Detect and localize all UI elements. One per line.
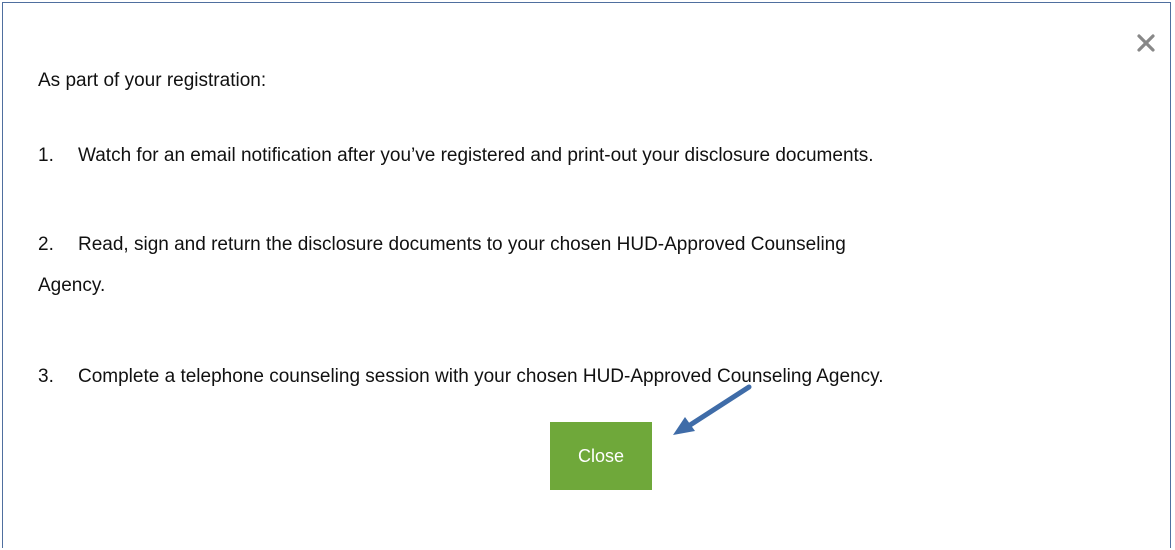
step-text: Watch for an email notification after yo… (78, 145, 874, 166)
intro-text: As part of your registration: (38, 70, 267, 91)
close-button[interactable]: Close (550, 422, 652, 490)
step-item: 2. Read, sign and return the disclosure d… (38, 233, 846, 257)
step-text-continuation: Agency. (38, 275, 106, 296)
arrow-icon (663, 381, 763, 446)
step-number: 1. (38, 145, 54, 166)
close-icon[interactable] (1134, 31, 1158, 55)
step-number: 2. (38, 234, 54, 255)
registration-dialog: As part of your registration: 1. Watch fo… (2, 2, 1171, 548)
step-number: 3. (38, 366, 54, 387)
step-text: Read, sign and return the disclosure doc… (78, 234, 846, 255)
step-item: 1. Watch for an email notification after … (38, 144, 874, 168)
